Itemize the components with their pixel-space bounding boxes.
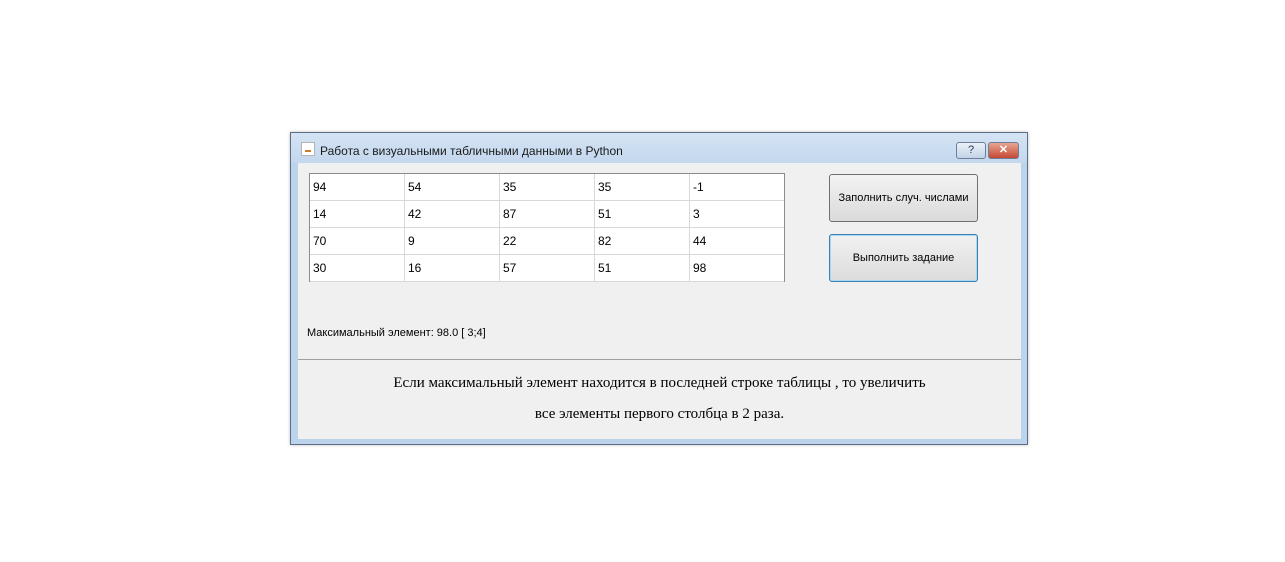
client-area: 94 54 35 35 -1 14 42 87 51 3 70 9 22 82 … [298,163,1021,439]
app-window: Работа с визуальными табличными данными … [290,132,1028,445]
table-cell[interactable]: 44 [690,228,785,254]
window-title: Работа с визуальными табличными данными … [320,144,623,158]
table-cell[interactable]: 3 [690,201,785,227]
divider [298,359,1021,360]
table-cell[interactable]: 57 [500,255,595,281]
table-row: 94 54 35 35 -1 [310,174,784,201]
app-icon [301,142,315,156]
table-cell[interactable]: 87 [500,201,595,227]
table-cell[interactable]: 54 [405,174,500,200]
table-cell[interactable]: 35 [500,174,595,200]
table-cell[interactable]: 82 [595,228,690,254]
table-cell[interactable]: 51 [595,201,690,227]
data-table[interactable]: 94 54 35 35 -1 14 42 87 51 3 70 9 22 82 … [309,173,785,282]
table-cell[interactable]: 16 [405,255,500,281]
table-cell[interactable]: 94 [310,174,405,200]
table-cell[interactable]: 9 [405,228,500,254]
table-row: 14 42 87 51 3 [310,201,784,228]
table-row: 70 9 22 82 44 [310,228,784,255]
table-cell[interactable]: 22 [500,228,595,254]
table-cell[interactable]: 42 [405,201,500,227]
max-element-label: Максимальный элемент: 98.0 [ 3;4] [307,327,486,339]
task-description-line-1: Если максимальный элемент находится в по… [393,375,926,391]
table-row: 30 16 57 51 98 [310,255,784,282]
close-button[interactable]: ✕ [988,142,1019,159]
fill-random-button[interactable]: Заполнить случ. числами [829,174,978,222]
table-cell[interactable]: 70 [310,228,405,254]
title-bar[interactable]: Работа с визуальными табличными данными … [291,133,1027,163]
task-description-line-2: все элементы первого столбца в 2 раза. [534,406,785,422]
table-cell[interactable]: -1 [690,174,785,200]
table-cell[interactable]: 35 [595,174,690,200]
table-cell[interactable]: 51 [595,255,690,281]
table-cell[interactable]: 30 [310,255,405,281]
help-button[interactable]: ? [956,142,986,159]
table-cell[interactable]: 14 [310,201,405,227]
table-cell[interactable]: 98 [690,255,785,281]
run-task-button[interactable]: Выполнить задание [829,234,978,282]
